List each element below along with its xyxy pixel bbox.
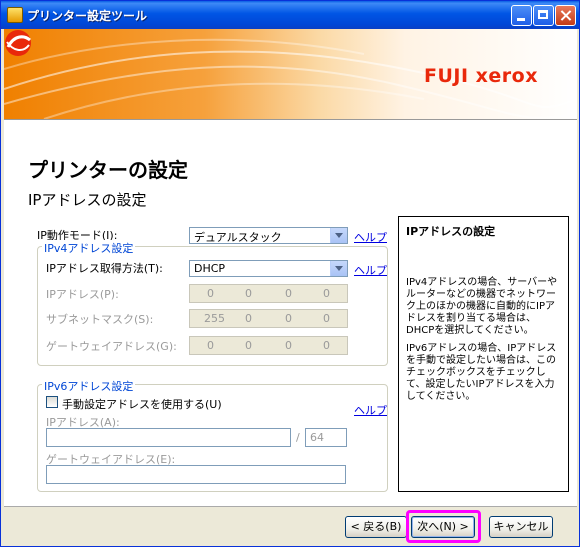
ipv6-help-link[interactable]: ヘルプ xyxy=(354,402,387,418)
ipv6-group-title: IPv6アドレス設定 xyxy=(42,378,136,394)
ipv4-gateway-input[interactable]: 0 0 0 0 xyxy=(189,336,348,355)
ipv4-method-label: IPアドレス取得方法(T): xyxy=(46,262,163,275)
back-button[interactable]: < 戻る(B) xyxy=(345,516,407,538)
help-panel: IPアドレスの設定 IPv4アドレスの場合、サーバーやルーターなどの機器でネット… xyxy=(398,216,569,492)
ipv4-gateway-label: ゲートウェイアドレス(G): xyxy=(46,340,177,353)
help-paragraph-ipv4: IPv4アドレスの場合、サーバーやルーターなどの機器でネットワーク上のほかの機器… xyxy=(406,277,558,336)
maximize-button[interactable] xyxy=(533,5,554,26)
gateway-octet: 0 xyxy=(245,339,252,352)
ipv4-method-select[interactable]: DHCP xyxy=(189,260,348,277)
gateway-octet: 0 xyxy=(323,339,330,352)
chevron-down-icon[interactable] xyxy=(330,228,347,243)
gateway-octet: 0 xyxy=(285,339,292,352)
ip-mode-select[interactable]: デュアルスタック xyxy=(189,227,348,244)
page-title: プリンターの設定 xyxy=(28,158,188,182)
manual-address-label[interactable]: 手動設定アドレスを使用する(U) xyxy=(62,396,222,412)
ipv6-prefix-input[interactable]: 64 xyxy=(305,428,347,447)
prefix-slash: / xyxy=(296,431,300,444)
header-banner: FUJI xerox xyxy=(4,29,577,119)
help-panel-title: IPアドレスの設定 xyxy=(406,225,496,238)
cancel-button[interactable]: キャンセル xyxy=(489,516,553,538)
ip-mode-help-link[interactable]: ヘルプ xyxy=(354,229,387,245)
chevron-down-icon[interactable] xyxy=(330,261,347,276)
ip-octet: 0 xyxy=(323,287,330,300)
ipv4-help-link[interactable]: ヘルプ xyxy=(354,262,387,278)
ipv6-prefix-value: 64 xyxy=(310,431,324,444)
ipv6-ip-input[interactable] xyxy=(46,428,291,447)
subnet-octet: 0 xyxy=(323,312,330,325)
ip-octet: 0 xyxy=(245,287,252,300)
page-subtitle: IPアドレスの設定 xyxy=(28,191,147,209)
minimize-button[interactable] xyxy=(511,5,532,26)
xerox-logo-icon xyxy=(5,30,31,56)
content-area: プリンターの設定 IPアドレスの設定 IP動作モード(I): デュアルスタック … xyxy=(4,119,577,506)
subnet-octet: 0 xyxy=(285,312,292,325)
app-icon xyxy=(7,7,23,23)
brand-logo-text: FUJI xerox xyxy=(424,65,538,87)
printer-setup-window: プリンター設定ツール FUJI xerox プリンターの設定 IPアドレスの設定… xyxy=(0,0,580,547)
subnet-octet: 255 xyxy=(204,312,225,325)
window-title: プリンター設定ツール xyxy=(27,9,148,23)
ip-octet: 0 xyxy=(207,287,214,300)
help-paragraph-ipv6: IPv6アドレスの場合、IPアドレスを手動で設定したい場合は、このチェックボック… xyxy=(406,343,557,402)
ipv4-subnet-label: サブネットマスク(S): xyxy=(46,313,154,326)
ipv4-subnet-input[interactable]: 255 0 0 0 xyxy=(189,309,348,328)
close-button[interactable] xyxy=(555,5,576,26)
next-button-highlight xyxy=(406,510,481,543)
manual-address-checkbox[interactable] xyxy=(46,396,58,408)
ip-octet: 0 xyxy=(285,287,292,300)
ipv4-ip-input[interactable]: 0 0 0 0 xyxy=(189,284,348,303)
ipv4-ip-label: IPアドレス(P): xyxy=(46,288,119,301)
ip-mode-value: デュアルスタック xyxy=(194,231,282,244)
ipv4-method-value: DHCP xyxy=(194,262,226,275)
title-bar[interactable]: プリンター設定ツール xyxy=(1,1,579,29)
ipv4-group-title: IPv4アドレス設定 xyxy=(42,240,136,256)
subnet-octet: 0 xyxy=(245,312,252,325)
ipv6-gateway-input[interactable] xyxy=(46,465,346,484)
gateway-octet: 0 xyxy=(207,339,214,352)
